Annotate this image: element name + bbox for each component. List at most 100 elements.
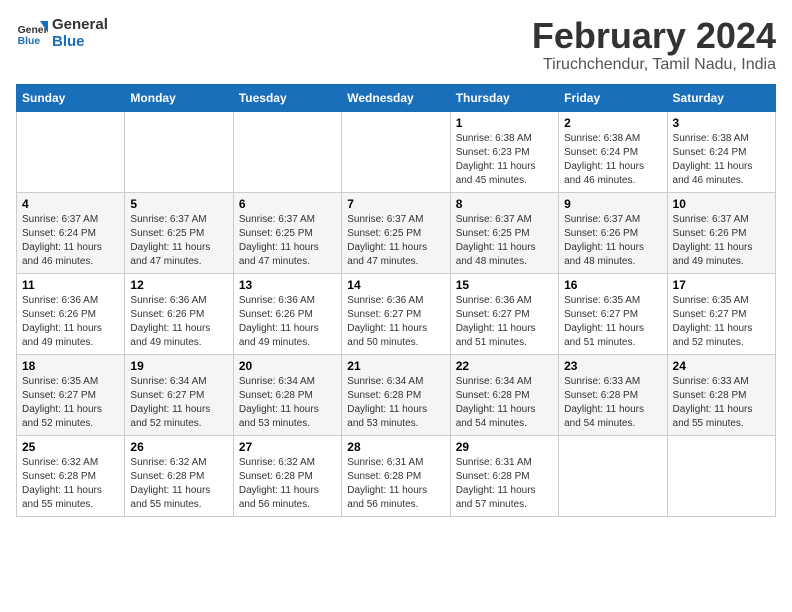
calendar-cell <box>667 435 775 516</box>
day-number: 4 <box>22 197 119 211</box>
day-number: 26 <box>130 440 227 454</box>
logo: General Blue General Blue <box>16 16 108 50</box>
day-info: Sunrise: 6:36 AM Sunset: 6:26 PM Dayligh… <box>239 294 336 350</box>
calendar-cell: 24 Sunrise: 6:33 AM Sunset: 6:28 PM Dayli… <box>667 354 775 435</box>
day-info: Sunrise: 6:35 AM Sunset: 6:27 PM Dayligh… <box>673 294 770 350</box>
page-subtitle: Tiruchchendur, Tamil Nadu, India <box>532 56 776 74</box>
day-number: 27 <box>239 440 336 454</box>
day-number: 15 <box>456 278 553 292</box>
day-number: 19 <box>130 359 227 373</box>
calendar-cell: 21Sunrise: 6:34 AM Sunset: 6:28 PM Dayli… <box>342 354 450 435</box>
day-info: Sunrise: 6:37 AM Sunset: 6:24 PM Dayligh… <box>22 213 119 269</box>
day-number: 14 <box>347 278 444 292</box>
day-number: 13 <box>239 278 336 292</box>
calendar-cell: 27 Sunrise: 6:32 AM Sunset: 6:28 PM Dayli… <box>233 435 341 516</box>
day-info: Sunrise: 6:36 AM Sunset: 6:26 PM Dayligh… <box>130 294 227 350</box>
day-number: 18 <box>22 359 119 373</box>
day-info: Sunrise: 6:32 AM Sunset: 6:28 PM Dayligh… <box>130 456 227 512</box>
weekday-header-saturday: Saturday <box>667 84 775 111</box>
calendar-week-row: 18 Sunrise: 6:35 AM Sunset: 6:27 PM Dayli… <box>17 354 776 435</box>
day-info: Sunrise: 6:37 AM Sunset: 6:25 PM Dayligh… <box>239 213 336 269</box>
day-info: Sunrise: 6:37 AM Sunset: 6:26 PM Dayligh… <box>673 213 770 269</box>
day-info: Sunrise: 6:31 AM Sunset: 6:28 PM Dayligh… <box>347 456 444 512</box>
day-info: Sunrise: 6:33 AM Sunset: 6:28 PM Dayligh… <box>673 375 770 431</box>
day-number: 16 <box>564 278 661 292</box>
day-number: 3 <box>673 116 770 130</box>
page-header: General Blue General Blue February 2024 … <box>16 16 776 74</box>
day-number: 28 <box>347 440 444 454</box>
calendar-cell: 13 Sunrise: 6:36 AM Sunset: 6:26 PM Dayli… <box>233 273 341 354</box>
calendar-cell: 28 Sunrise: 6:31 AM Sunset: 6:28 PM Dayli… <box>342 435 450 516</box>
calendar-cell: 29 Sunrise: 6:31 AM Sunset: 6:28 PM Dayli… <box>450 435 558 516</box>
weekday-header-wednesday: Wednesday <box>342 84 450 111</box>
day-info: Sunrise: 6:31 AM Sunset: 6:28 PM Dayligh… <box>456 456 553 512</box>
calendar-week-row: 11Sunrise: 6:36 AM Sunset: 6:26 PM Dayli… <box>17 273 776 354</box>
day-number: 7 <box>347 197 444 211</box>
calendar-cell: 18 Sunrise: 6:35 AM Sunset: 6:27 PM Dayli… <box>17 354 125 435</box>
calendar-cell: 6Sunrise: 6:37 AM Sunset: 6:25 PM Daylig… <box>233 192 341 273</box>
calendar-cell: 20Sunrise: 6:34 AM Sunset: 6:28 PM Dayli… <box>233 354 341 435</box>
day-info: Sunrise: 6:32 AM Sunset: 6:28 PM Dayligh… <box>22 456 119 512</box>
calendar-cell <box>233 111 341 192</box>
logo-blue-text: Blue <box>52 33 108 50</box>
calendar-cell <box>125 111 233 192</box>
calendar-cell: 25Sunrise: 6:32 AM Sunset: 6:28 PM Dayli… <box>17 435 125 516</box>
page-title: February 2024 <box>532 16 776 56</box>
day-info: Sunrise: 6:34 AM Sunset: 6:28 PM Dayligh… <box>456 375 553 431</box>
day-info: Sunrise: 6:35 AM Sunset: 6:27 PM Dayligh… <box>22 375 119 431</box>
day-info: Sunrise: 6:36 AM Sunset: 6:26 PM Dayligh… <box>22 294 119 350</box>
calendar-week-row: 1 Sunrise: 6:38 AM Sunset: 6:23 PM Daylig… <box>17 111 776 192</box>
day-number: 9 <box>564 197 661 211</box>
day-number: 21 <box>347 359 444 373</box>
day-info: Sunrise: 6:38 AM Sunset: 6:23 PM Dayligh… <box>456 132 553 188</box>
calendar-table: SundayMondayTuesdayWednesdayThursdayFrid… <box>16 84 776 517</box>
day-number: 5 <box>130 197 227 211</box>
day-info: Sunrise: 6:37 AM Sunset: 6:25 PM Dayligh… <box>456 213 553 269</box>
calendar-week-row: 25Sunrise: 6:32 AM Sunset: 6:28 PM Dayli… <box>17 435 776 516</box>
svg-text:General: General <box>18 25 48 36</box>
day-number: 22 <box>456 359 553 373</box>
logo-general-text: General <box>52 16 108 33</box>
calendar-cell <box>342 111 450 192</box>
day-number: 12 <box>130 278 227 292</box>
logo-icon: General Blue <box>16 17 48 49</box>
calendar-cell: 5Sunrise: 6:37 AM Sunset: 6:25 PM Daylig… <box>125 192 233 273</box>
day-info: Sunrise: 6:37 AM Sunset: 6:25 PM Dayligh… <box>347 213 444 269</box>
calendar-cell <box>559 435 667 516</box>
day-info: Sunrise: 6:36 AM Sunset: 6:27 PM Dayligh… <box>456 294 553 350</box>
calendar-cell: 3 Sunrise: 6:38 AM Sunset: 6:24 PM Daylig… <box>667 111 775 192</box>
title-block: February 2024 Tiruchchendur, Tamil Nadu,… <box>532 16 776 74</box>
day-number: 8 <box>456 197 553 211</box>
calendar-cell: 8 Sunrise: 6:37 AM Sunset: 6:25 PM Daylig… <box>450 192 558 273</box>
day-info: Sunrise: 6:33 AM Sunset: 6:28 PM Dayligh… <box>564 375 661 431</box>
calendar-cell: 9Sunrise: 6:37 AM Sunset: 6:26 PM Daylig… <box>559 192 667 273</box>
day-number: 23 <box>564 359 661 373</box>
calendar-cell: 10Sunrise: 6:37 AM Sunset: 6:26 PM Dayli… <box>667 192 775 273</box>
calendar-cell: 16 Sunrise: 6:35 AM Sunset: 6:27 PM Dayli… <box>559 273 667 354</box>
day-number: 29 <box>456 440 553 454</box>
calendar-cell: 19 Sunrise: 6:34 AM Sunset: 6:27 PM Dayli… <box>125 354 233 435</box>
calendar-cell: 14 Sunrise: 6:36 AM Sunset: 6:27 PM Dayli… <box>342 273 450 354</box>
day-info: Sunrise: 6:38 AM Sunset: 6:24 PM Dayligh… <box>673 132 770 188</box>
calendar-cell: 15 Sunrise: 6:36 AM Sunset: 6:27 PM Dayli… <box>450 273 558 354</box>
day-number: 17 <box>673 278 770 292</box>
day-info: Sunrise: 6:36 AM Sunset: 6:27 PM Dayligh… <box>347 294 444 350</box>
weekday-header-thursday: Thursday <box>450 84 558 111</box>
calendar-cell: 4 Sunrise: 6:37 AM Sunset: 6:24 PM Daylig… <box>17 192 125 273</box>
weekday-header-sunday: Sunday <box>17 84 125 111</box>
weekday-header-row: SundayMondayTuesdayWednesdayThursdayFrid… <box>17 84 776 111</box>
day-info: Sunrise: 6:34 AM Sunset: 6:28 PM Dayligh… <box>239 375 336 431</box>
day-number: 24 <box>673 359 770 373</box>
day-info: Sunrise: 6:32 AM Sunset: 6:28 PM Dayligh… <box>239 456 336 512</box>
day-number: 1 <box>456 116 553 130</box>
day-info: Sunrise: 6:34 AM Sunset: 6:27 PM Dayligh… <box>130 375 227 431</box>
day-info: Sunrise: 6:38 AM Sunset: 6:24 PM Dayligh… <box>564 132 661 188</box>
weekday-header-tuesday: Tuesday <box>233 84 341 111</box>
calendar-cell <box>17 111 125 192</box>
day-info: Sunrise: 6:35 AM Sunset: 6:27 PM Dayligh… <box>564 294 661 350</box>
svg-text:Blue: Blue <box>18 36 41 47</box>
calendar-cell: 7 Sunrise: 6:37 AM Sunset: 6:25 PM Daylig… <box>342 192 450 273</box>
weekday-header-friday: Friday <box>559 84 667 111</box>
calendar-cell: 26 Sunrise: 6:32 AM Sunset: 6:28 PM Dayli… <box>125 435 233 516</box>
weekday-header-monday: Monday <box>125 84 233 111</box>
